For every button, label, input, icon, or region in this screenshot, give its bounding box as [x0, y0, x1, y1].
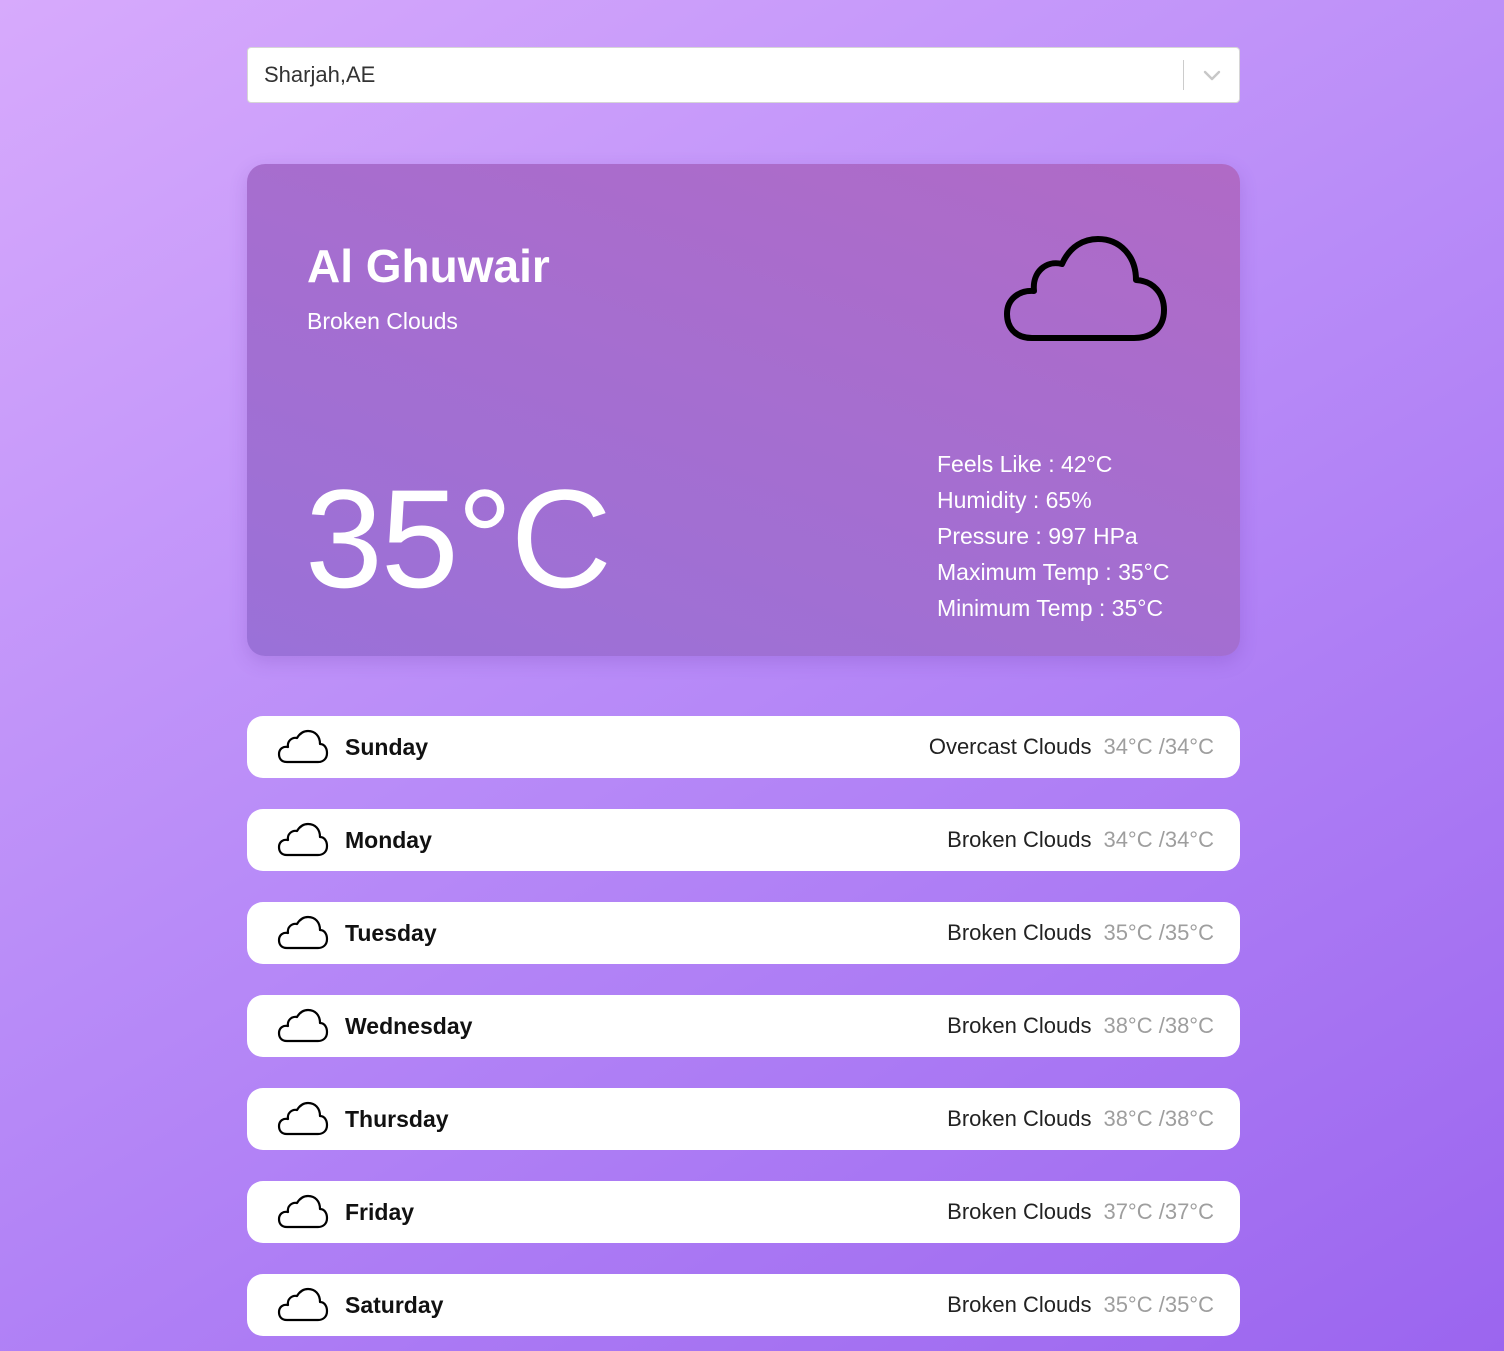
- forecast-temp-range: 34°C /34°C: [1103, 827, 1214, 852]
- cloud-icon: [277, 820, 331, 860]
- forecast-description: Overcast Clouds: [928, 734, 1092, 759]
- current-weather-card: Al Ghuwair Broken Clouds 35°C Feels Like…: [247, 164, 1240, 656]
- weather-description: Broken Clouds: [307, 308, 458, 334]
- forecast-day: Sunday: [345, 733, 429, 760]
- forecast-description: Broken Clouds: [947, 1106, 1092, 1131]
- city-name: Al Ghuwair: [307, 240, 550, 292]
- detail-label: Maximum Temp: [937, 559, 1099, 585]
- forecast-row-thursday[interactable]: Thursday Broken Clouds 38°C /38°C: [247, 1088, 1240, 1150]
- forecast-description: Broken Clouds: [947, 920, 1092, 945]
- forecast-day: Wednesday: [345, 1012, 473, 1039]
- forecast-row-saturday[interactable]: Saturday Broken Clouds 35°C /35°C: [247, 1274, 1240, 1336]
- forecast-temp-range: 37°C /37°C: [1103, 1199, 1214, 1224]
- forecast-day: Friday: [345, 1198, 415, 1225]
- cloud-icon: [277, 913, 331, 953]
- forecast-day: Monday: [345, 826, 432, 853]
- chevron-down-icon[interactable]: [1184, 48, 1239, 102]
- cloud-icon: [277, 1192, 331, 1232]
- detail-value: 35°C: [1111, 595, 1164, 621]
- forecast-row-sunday[interactable]: Sunday Overcast Clouds 34°C /34°C: [247, 716, 1240, 778]
- detail-pressure: Pressure : 997 HPa: [937, 523, 1138, 549]
- forecast-row-wednesday[interactable]: Wednesday Broken Clouds 38°C /38°C: [247, 995, 1240, 1057]
- detail-value: 65%: [1045, 487, 1092, 513]
- detail-label: Minimum Temp: [937, 595, 1093, 621]
- forecast-day: Thursday: [345, 1105, 449, 1132]
- forecast-row-tuesday[interactable]: Tuesday Broken Clouds 35°C /35°C: [247, 902, 1240, 964]
- city-search-select[interactable]: Sharjah,AE: [247, 47, 1240, 103]
- forecast-temp-range: 35°C /35°C: [1103, 920, 1214, 945]
- detail-label: Pressure: [937, 523, 1030, 549]
- forecast-row-monday[interactable]: Monday Broken Clouds 34°C /34°C: [247, 809, 1240, 871]
- search-value[interactable]: Sharjah,AE: [248, 62, 1183, 88]
- cloud-icon: [277, 1006, 331, 1046]
- forecast-temp-range: 35°C /35°C: [1103, 1292, 1214, 1317]
- forecast-description: Broken Clouds: [947, 1199, 1092, 1224]
- forecast-day: Tuesday: [345, 919, 437, 946]
- detail-value: 42°C: [1061, 451, 1113, 477]
- forecast-description: Broken Clouds: [947, 827, 1092, 852]
- detail-label: Feels Like: [937, 451, 1042, 477]
- cloud-icon: [277, 1099, 331, 1139]
- detail-min-temp: Minimum Temp : 35°C: [937, 595, 1164, 621]
- forecast-description: Broken Clouds: [947, 1292, 1092, 1317]
- cloud-icon: [277, 727, 331, 767]
- current-temperature: 35°C: [305, 460, 612, 617]
- forecast-temp-range: 34°C /34°C: [1103, 734, 1214, 759]
- weather-details: Feels Like : 42°C Humidity : 65% Pressur…: [937, 446, 1169, 626]
- cloud-icon: [1002, 234, 1170, 351]
- detail-feels-like: Feels Like : 42°C: [937, 451, 1113, 477]
- detail-label: Humidity: [937, 487, 1027, 513]
- forecast-temp-range: 38°C /38°C: [1103, 1013, 1214, 1038]
- forecast-temp-range: 38°C /38°C: [1103, 1106, 1214, 1131]
- detail-max-temp: Maximum Temp : 35°C: [937, 559, 1170, 585]
- detail-value: 997 HPa: [1048, 523, 1138, 549]
- detail-value: 35°C: [1118, 559, 1170, 585]
- detail-humidity: Humidity : 65%: [937, 487, 1092, 513]
- forecast-row-friday[interactable]: Friday Broken Clouds 37°C /37°C: [247, 1181, 1240, 1243]
- forecast-day: Saturday: [345, 1291, 444, 1318]
- cloud-icon: [277, 1285, 331, 1325]
- forecast-description: Broken Clouds: [947, 1013, 1092, 1038]
